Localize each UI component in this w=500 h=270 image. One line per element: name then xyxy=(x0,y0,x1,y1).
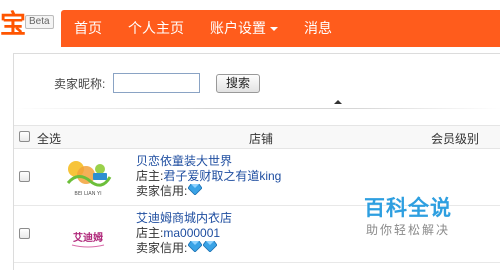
nav-account-settings[interactable]: 账户设置 xyxy=(197,10,291,47)
top-header: 宝 Beta 首页 个人主页 账户设置 消息 xyxy=(0,0,500,52)
credit-label: 卖家信用: xyxy=(136,241,188,255)
divider xyxy=(14,108,500,109)
shop-info: 艾迪姆商城内衣店 店主:ma000001 卖家信用: xyxy=(136,211,232,256)
owner-label: 店主: xyxy=(136,169,164,183)
search-button[interactable]: 搜索 xyxy=(216,74,260,93)
main-nav: 首页 个人主页 账户设置 消息 xyxy=(61,10,500,47)
watermark-title: 百科全说 xyxy=(364,197,452,220)
shop-logo[interactable]: BEI LIAN YI xyxy=(60,155,116,201)
credit-line: 卖家信用: xyxy=(136,240,232,256)
shop-column-header: 店铺 xyxy=(249,132,274,146)
owner-label: 店主: xyxy=(136,226,164,240)
owner-name-link[interactable]: 君子爱财取之有道king xyxy=(163,169,281,183)
shop-logo[interactable]: 艾迪姆 xyxy=(60,212,116,258)
svg-text:BEI LIAN YI: BEI LIAN YI xyxy=(74,191,101,197)
beta-badge: Beta xyxy=(25,15,54,29)
select-all-checkbox[interactable] xyxy=(19,131,30,142)
diamond-icon xyxy=(202,240,218,256)
watermark-subtitle: 助你轻松解决 xyxy=(365,223,450,237)
seller-nickname-input[interactable] xyxy=(113,73,200,93)
table-header: 全选 店铺 会员级别 xyxy=(14,125,500,149)
nav-messages[interactable]: 消息 xyxy=(291,10,345,47)
credit-line: 卖家信用: xyxy=(136,183,281,199)
owner-line: 店主:ma000001 xyxy=(136,226,232,241)
logo-glyph: 宝 xyxy=(0,9,27,39)
nav-home[interactable]: 首页 xyxy=(61,10,115,47)
shop-name-link[interactable]: 贝恋依童装大世界 xyxy=(136,154,281,169)
nav-personal-page[interactable]: 个人主页 xyxy=(115,10,197,47)
select-all-label[interactable]: 全选 xyxy=(37,130,61,147)
content-panel: 卖家昵称: 搜索 全选 店铺 会员级别 BEI LIAN YI 贝恋依童装大世界… xyxy=(13,53,500,270)
shop-name-link[interactable]: 艾迪姆商城内衣店 xyxy=(136,211,232,226)
diamond-icon xyxy=(187,183,203,199)
watermark: 百科全说 助你轻松解决 xyxy=(353,197,463,237)
collapse-caret-icon[interactable] xyxy=(334,100,342,104)
row-checkbox[interactable] xyxy=(19,228,30,239)
diamond-icon xyxy=(187,240,203,256)
credit-label: 卖家信用: xyxy=(136,184,188,198)
row-checkbox[interactable] xyxy=(19,171,30,182)
owner-name-link[interactable]: ma000001 xyxy=(163,226,220,240)
site-logo[interactable]: 宝 xyxy=(0,10,26,38)
svg-text:艾迪姆: 艾迪姆 xyxy=(73,231,103,244)
member-level-column-header: 会员级别 xyxy=(431,132,480,146)
shop-info: 贝恋依童装大世界 店主:君子爱财取之有道king 卖家信用: xyxy=(136,154,281,199)
seller-nickname-label: 卖家昵称: xyxy=(54,77,106,91)
owner-line: 店主:君子爱财取之有道king xyxy=(136,169,281,184)
